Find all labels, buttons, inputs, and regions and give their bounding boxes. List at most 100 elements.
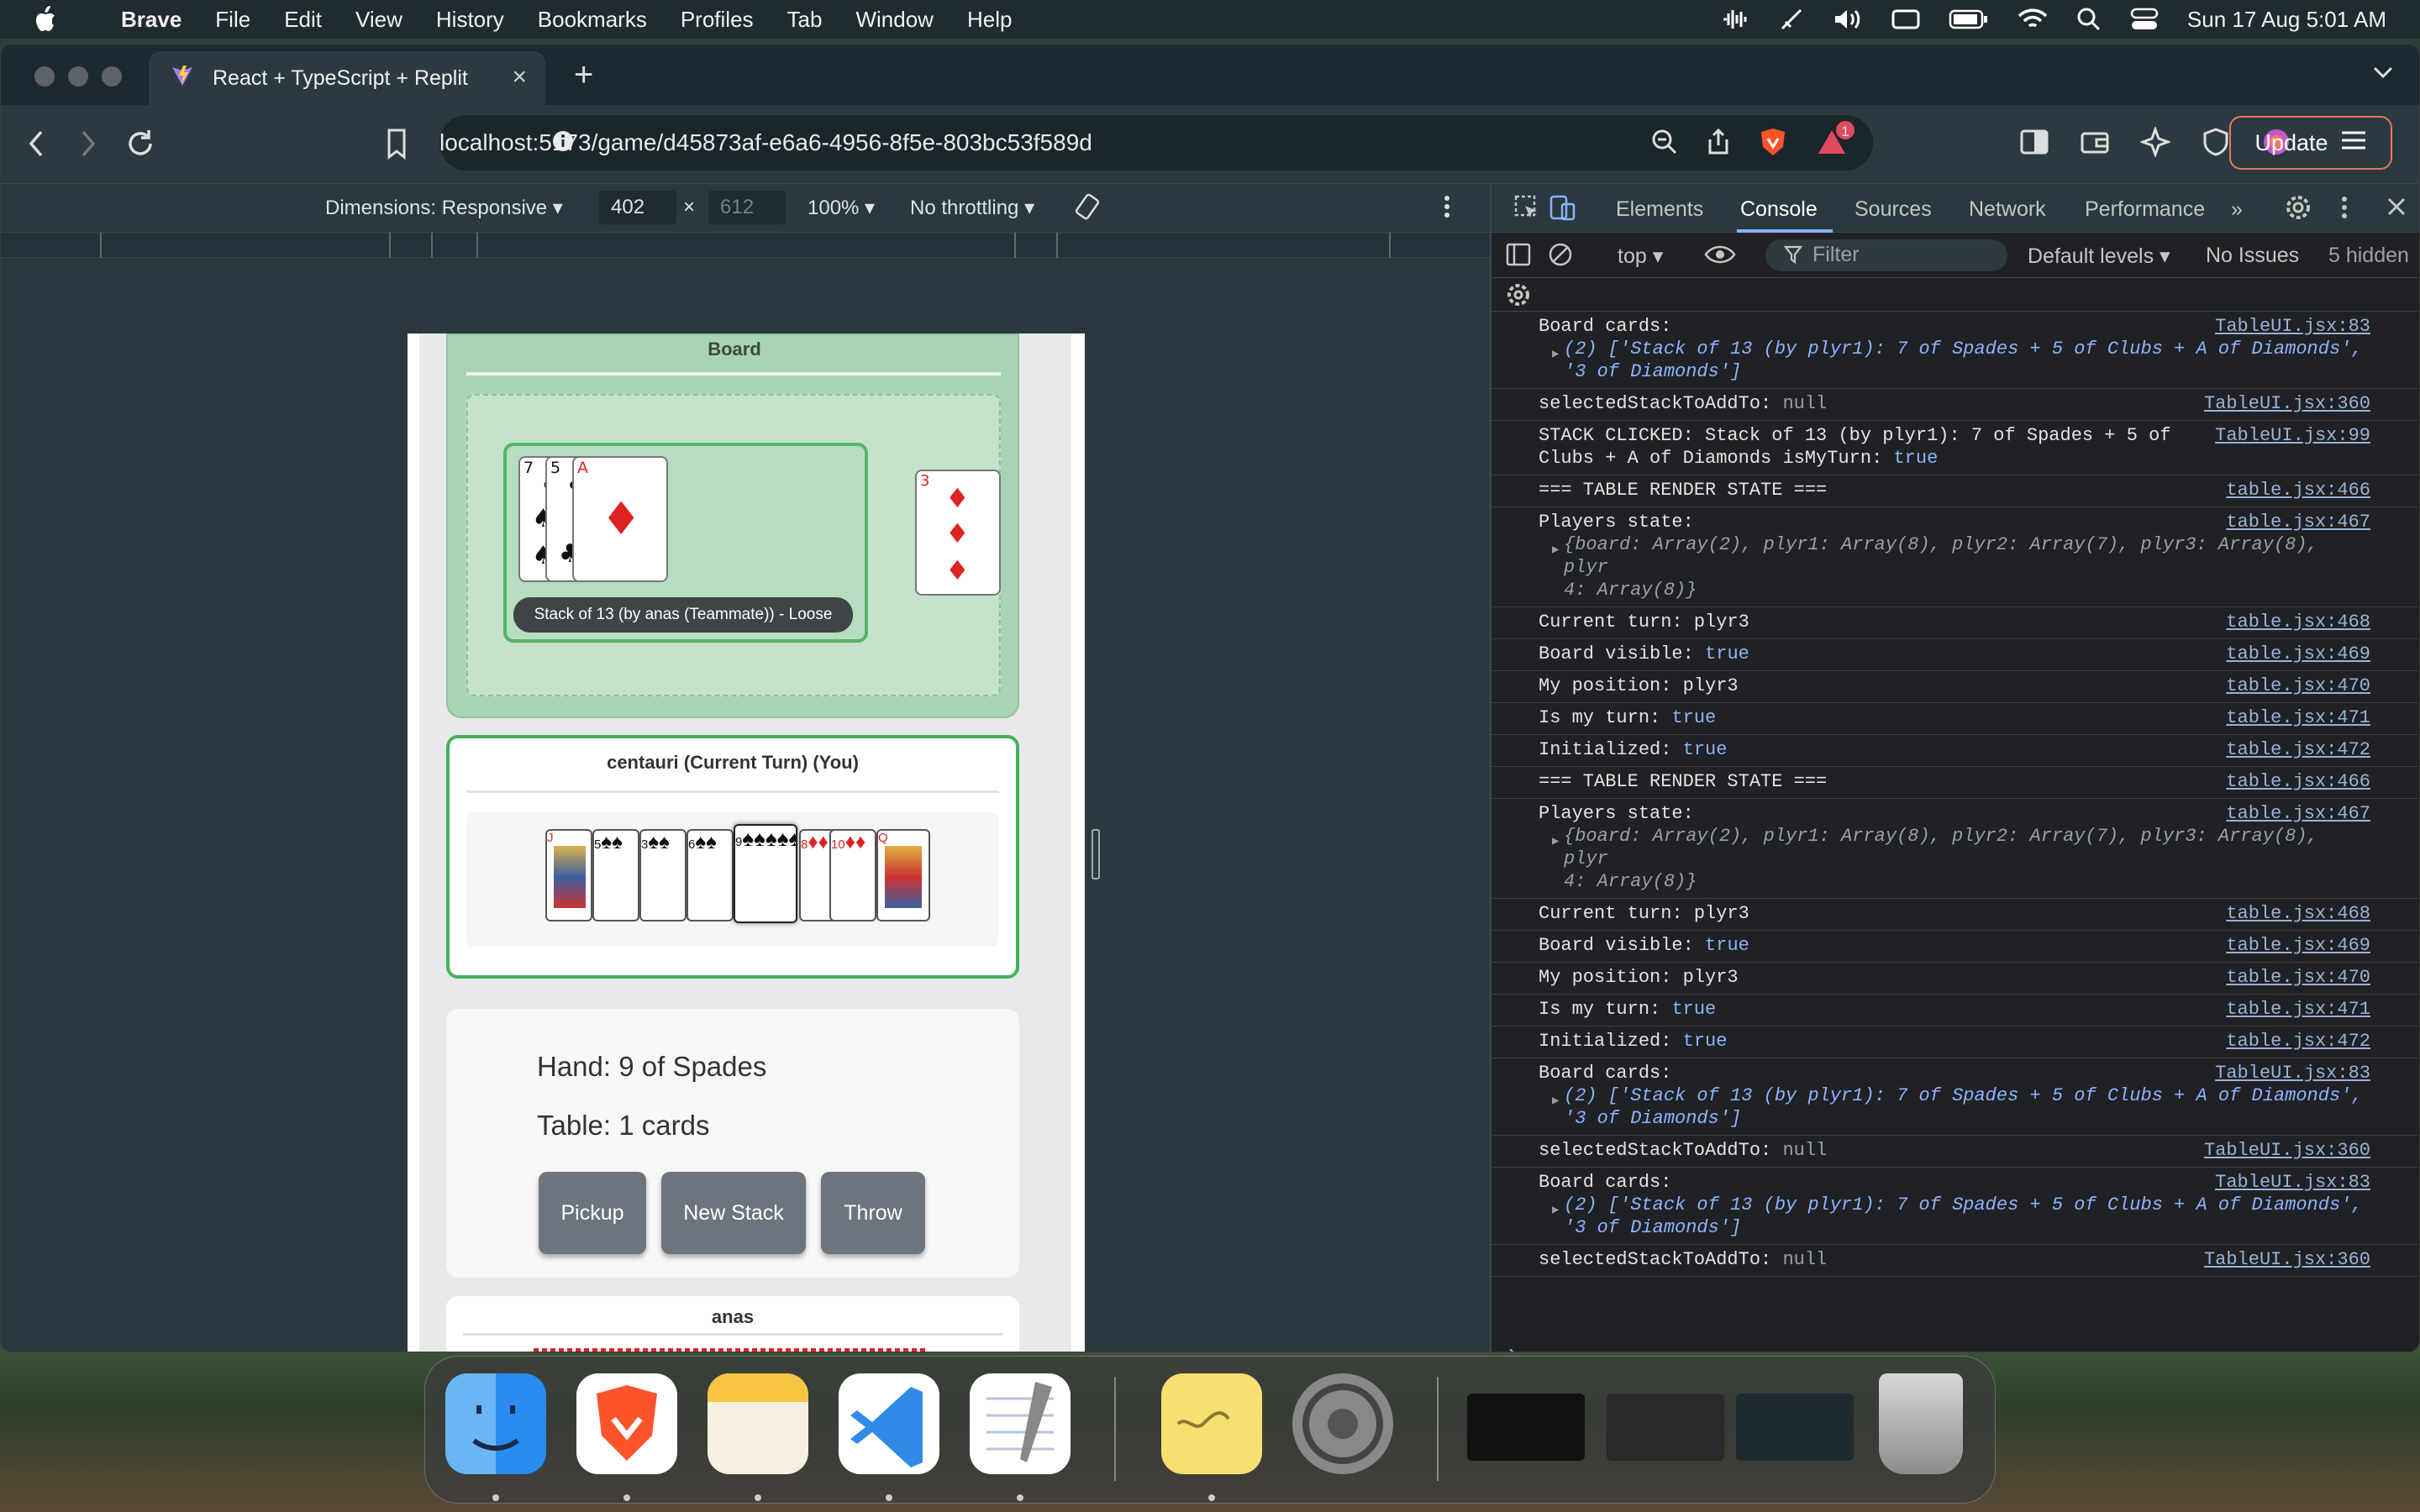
share-icon[interactable] — [1707, 128, 1730, 162]
brave-rewards-icon[interactable]: 1 — [1816, 119, 1856, 162]
device-more-icon[interactable] — [1443, 192, 1451, 227]
height-input[interactable]: 612 — [708, 191, 786, 224]
source-link[interactable]: table.jsx:469 — [2226, 643, 2370, 665]
object-preview[interactable]: {board: Array(2), plyr1: Array(8), plyr2… — [1539, 533, 2372, 579]
menu-window[interactable]: Window — [855, 7, 933, 33]
battery-icon[interactable] — [1949, 8, 1989, 30]
audio-waveform-icon[interactable] — [1722, 7, 1750, 32]
menu-file[interactable]: File — [215, 7, 250, 33]
object-preview[interactable]: (2) ['Stack of 13 (by plyr1): 7 of Spade… — [1539, 338, 2372, 360]
tab-console[interactable]: Console — [1740, 197, 1818, 222]
menu-app-name[interactable]: Brave — [121, 7, 182, 33]
window-thumb-notes[interactable] — [1467, 1394, 1585, 1461]
browser-tab[interactable]: React + TypeScript + Replit × — [149, 51, 545, 105]
textedit-icon[interactable] — [970, 1373, 1071, 1474]
control-center-icon[interactable] — [2130, 8, 2159, 31]
hand-card-3-spades[interactable]: 3♠♠ — [639, 829, 687, 921]
menu-edit[interactable]: Edit — [284, 7, 322, 33]
expand-triangle-icon[interactable]: ▶ — [1552, 1200, 1559, 1222]
url-text[interactable]: localhost:5173/game/d45873af-e6a6-4956-8… — [439, 129, 1092, 156]
site-info-icon[interactable] — [552, 127, 574, 159]
source-link[interactable]: TableUI.jsx:99 — [2215, 424, 2370, 447]
hand-card-queen[interactable]: Q — [876, 829, 930, 921]
settings-gear-icon[interactable] — [2285, 194, 2312, 227]
throw-button[interactable]: Throw — [821, 1172, 925, 1254]
source-link[interactable]: TableUI.jsx:83 — [2215, 1062, 2370, 1084]
hand-card-9-spades-selected[interactable]: 9♠♠♠♠♠ — [734, 824, 797, 923]
bookmark-icon[interactable] — [384, 127, 409, 165]
reload-icon[interactable] — [124, 127, 157, 165]
tab-performance[interactable]: Performance — [2085, 197, 2205, 222]
menu-help[interactable]: Help — [967, 7, 1012, 33]
source-link[interactable]: table.jsx:467 — [2226, 511, 2370, 533]
object-preview[interactable]: {board: Array(2), plyr1: Array(8), plyr2… — [1539, 825, 2372, 870]
object-preview-cont[interactable]: '3 of Diamonds'] — [1539, 1216, 2372, 1239]
window-thumb-brave[interactable] — [1736, 1394, 1854, 1461]
close-tab-icon[interactable]: × — [512, 63, 527, 92]
object-preview-cont[interactable]: 4: Array(8)} — [1539, 870, 2372, 893]
inspect-element-icon[interactable] — [1513, 194, 1540, 227]
tab-search-chevron-icon[interactable] — [2370, 60, 2396, 89]
source-link[interactable]: TableUI.jsx:360 — [2204, 392, 2370, 415]
close-devtools-icon[interactable] — [2386, 196, 2407, 223]
search-icon[interactable] — [2076, 7, 2102, 32]
pen-off-icon[interactable] — [1779, 7, 1804, 32]
clear-console-icon[interactable] — [1547, 241, 1574, 274]
sidebar-toggle-icon[interactable] — [1505, 241, 1532, 274]
menu-history[interactable]: History — [436, 7, 504, 33]
source-link[interactable]: table.jsx:470 — [2226, 966, 2370, 989]
source-link[interactable]: table.jsx:468 — [2226, 902, 2370, 925]
volume-icon[interactable] — [1833, 7, 1863, 32]
new-tab-button[interactable]: + — [574, 56, 593, 94]
viewport-side-handle[interactable] — [1092, 829, 1100, 879]
expand-triangle-icon[interactable]: ▶ — [1552, 344, 1559, 366]
source-link[interactable]: table.jsx:468 — [2226, 611, 2370, 633]
source-link[interactable]: table.jsx:466 — [2226, 770, 2370, 793]
sidebar-icon[interactable] — [2019, 127, 2049, 161]
notes-icon[interactable] — [708, 1373, 808, 1474]
source-link[interactable]: table.jsx:469 — [2226, 934, 2370, 957]
source-link[interactable]: table.jsx:466 — [2226, 479, 2370, 501]
menu-datetime[interactable]: Sun 17 Aug 5:01 AM — [2187, 7, 2386, 33]
forward-icon[interactable] — [75, 127, 100, 165]
vscode-icon[interactable] — [839, 1373, 939, 1474]
wallet-icon[interactable] — [2080, 127, 2110, 161]
expand-triangle-icon[interactable]: ▶ — [1552, 831, 1559, 853]
tab-elements[interactable]: Elements — [1616, 197, 1703, 222]
tab-sources[interactable]: Sources — [1854, 197, 1932, 222]
hand-card-5-spades[interactable]: 5♠♠ — [592, 829, 639, 921]
source-link[interactable]: TableUI.jsx:360 — [2204, 1248, 2370, 1271]
menu-profiles[interactable]: Profiles — [681, 7, 754, 33]
kebab-menu-icon[interactable] — [2340, 194, 2349, 227]
zoom-window-button[interactable] — [102, 66, 122, 87]
throttling-dropdown[interactable]: No throttling ▾ — [910, 196, 1034, 220]
source-link[interactable]: TableUI.jsx:83 — [2215, 315, 2370, 338]
source-link[interactable]: TableUI.jsx:360 — [2204, 1139, 2370, 1162]
hand-card-6-spades[interactable]: 6♠♠ — [687, 829, 734, 921]
back-icon[interactable] — [24, 127, 50, 165]
pickup-button[interactable]: Pickup — [539, 1172, 646, 1254]
trash-icon[interactable] — [1879, 1373, 1963, 1474]
expand-triangle-icon[interactable]: ▶ — [1552, 539, 1559, 562]
menu-bookmarks[interactable]: Bookmarks — [538, 7, 647, 33]
rotate-icon[interactable] — [1073, 192, 1102, 227]
filter-input[interactable]: Filter — [1765, 239, 2007, 271]
minimize-window-button[interactable] — [68, 66, 88, 87]
more-tabs-icon[interactable]: » — [2231, 197, 2243, 222]
expand-triangle-icon[interactable]: ▶ — [1552, 1090, 1559, 1113]
address-bar[interactable]: localhost:5173/game/d45873af-e6a6-4956-8… — [439, 115, 1873, 171]
source-link[interactable]: table.jsx:472 — [2226, 1030, 2370, 1053]
object-preview-cont[interactable]: '3 of Diamonds'] — [1539, 1107, 2372, 1130]
close-window-button[interactable] — [34, 66, 55, 87]
board-drop-zone[interactable]: 7 ♠ ♠ ♠ 5 ♣ ♣ A — [466, 394, 1001, 696]
object-preview[interactable]: (2) ['Stack of 13 (by plyr1): 7 of Spade… — [1539, 1194, 2372, 1216]
log-levels-dropdown[interactable]: Default levels ▾ — [2028, 244, 2170, 269]
zoom-icon[interactable] — [1651, 129, 1678, 161]
settings-icon[interactable] — [1292, 1373, 1393, 1474]
finder-icon[interactable] — [445, 1373, 546, 1474]
device-toggle-icon[interactable] — [1549, 194, 1577, 227]
menu-tab[interactable]: Tab — [787, 7, 823, 33]
source-link[interactable]: table.jsx:467 — [2226, 802, 2370, 825]
update-button[interactable]: Update — [2229, 116, 2392, 170]
object-preview[interactable]: (2) ['Stack of 13 (by plyr1): 7 of Spade… — [1539, 1084, 2372, 1107]
